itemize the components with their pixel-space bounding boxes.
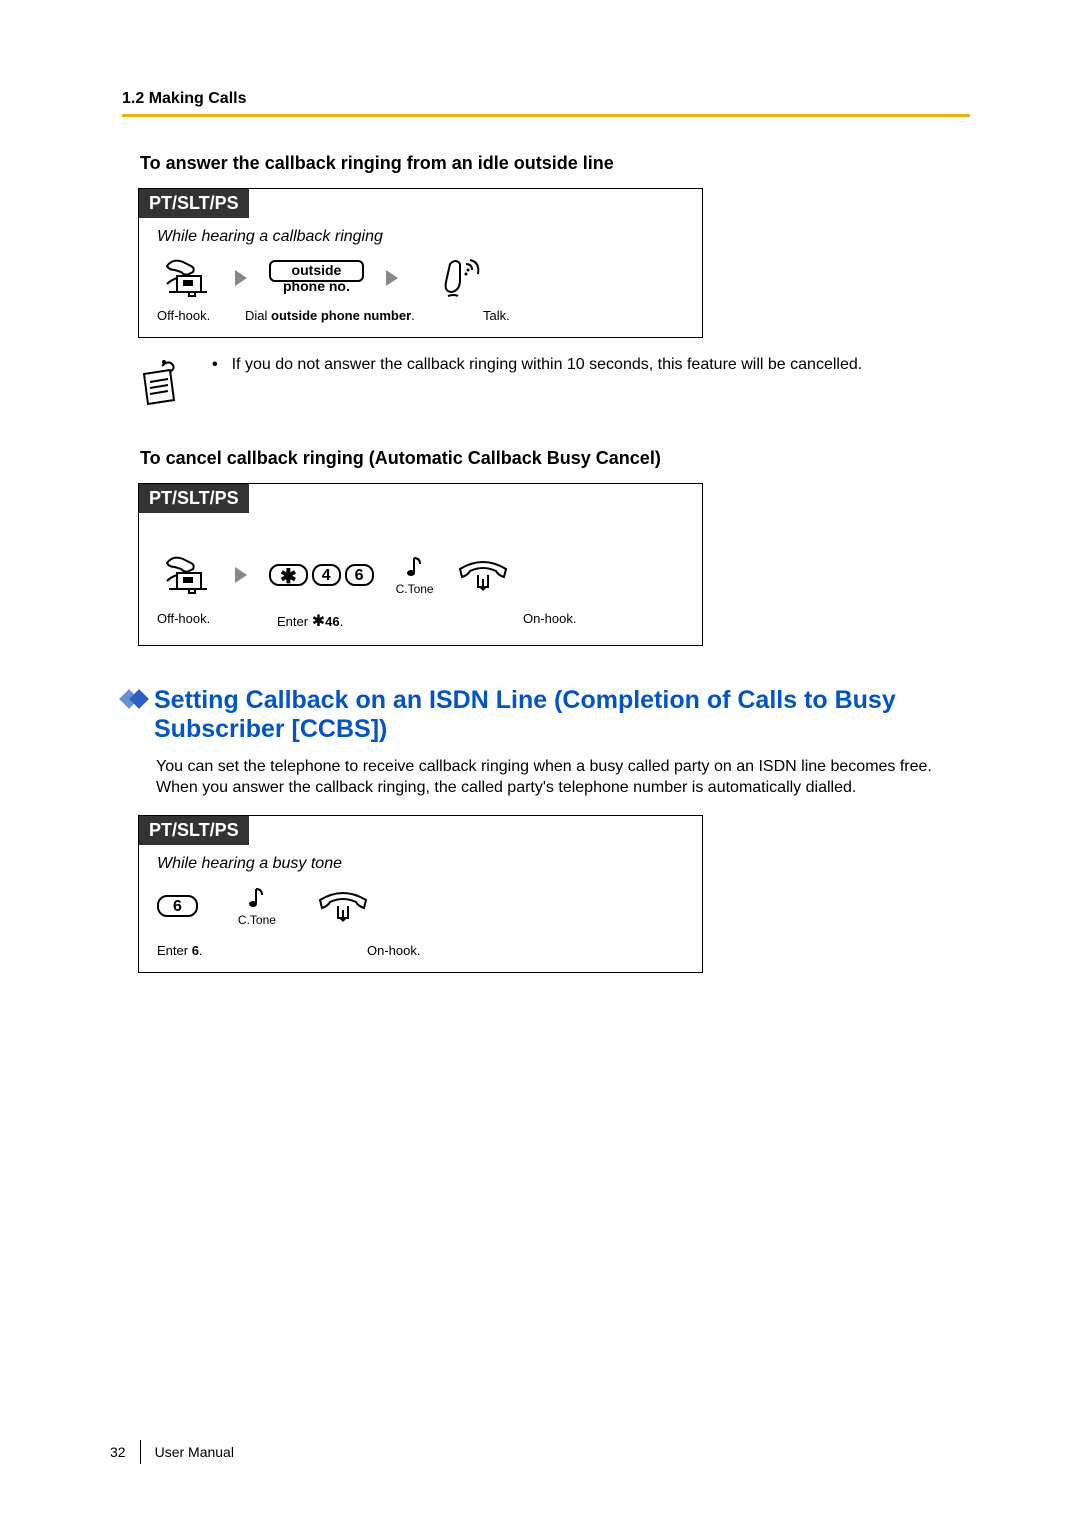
procedure-title: PT/SLT/PS — [139, 816, 249, 845]
section-header: 1.2 Making Calls — [122, 90, 970, 108]
footer-divider — [140, 1440, 141, 1464]
onhook-icon — [316, 888, 370, 924]
note-icon — [138, 356, 186, 408]
offhook-icon — [163, 256, 213, 300]
procedure-box-ccbs: PT/SLT/PS While hearing a busy tone 6 C.… — [138, 815, 703, 973]
ccbs-intro-paragraph: You can set the telephone to receive cal… — [156, 756, 970, 799]
label-onhook: On-hook. — [523, 611, 576, 631]
footer-label: User Manual — [155, 1444, 234, 1460]
page-footer: 32 User Manual — [110, 1440, 234, 1464]
procedure-condition: While hearing a callback ringing — [157, 228, 684, 246]
note-text: If you do not answer the callback ringin… — [232, 356, 863, 374]
offhook-icon — [163, 553, 213, 597]
label-offhook: Off-hook. — [157, 308, 245, 323]
arrow-icon — [235, 270, 247, 286]
diamond-icon — [122, 692, 146, 706]
page-number: 32 — [110, 1444, 140, 1460]
label-talk: Talk. — [483, 308, 510, 323]
procedure-box-cancel: PT/SLT/PS ✱ 4 6 — [138, 483, 703, 646]
ctone-icon: C.Tone — [238, 885, 276, 927]
key-6: 6 — [345, 564, 374, 586]
procedure-title: PT/SLT/PS — [139, 484, 249, 513]
label-enter: Enter 6. — [157, 943, 203, 958]
bullet-dot: • — [212, 356, 218, 374]
label-dial: Dial outside phone number. — [245, 308, 415, 323]
procedure-box-answer: PT/SLT/PS While hearing a callback ringi… — [138, 188, 703, 338]
arrow-icon — [235, 567, 247, 583]
label-onhook: On-hook. — [367, 943, 420, 958]
orange-rule — [122, 114, 970, 117]
ctone-icon: C.Tone — [396, 554, 434, 596]
onhook-icon — [456, 557, 510, 593]
arrow-icon — [386, 270, 398, 286]
key-asterisk: ✱ — [269, 564, 308, 586]
key-6: 6 — [157, 895, 198, 917]
key-4: 4 — [312, 564, 341, 586]
heading-answer-callback: To answer the callback ringing from an i… — [140, 153, 970, 174]
procedure-condition: While hearing a busy tone — [157, 855, 684, 873]
dial-number-box: outside phone no. — [269, 260, 364, 296]
key-sequence: ✱ 4 6 — [269, 564, 374, 586]
label-offhook: Off-hook. — [157, 611, 277, 631]
procedure-title: PT/SLT/PS — [139, 189, 249, 218]
label-enter: Enter ✱46. — [277, 614, 343, 629]
heading-cancel-callback: To cancel callback ringing (Automatic Ca… — [140, 448, 970, 469]
talk-icon — [438, 256, 484, 300]
heading-ccbs: Setting Callback on an ISDN Line (Comple… — [122, 686, 970, 744]
